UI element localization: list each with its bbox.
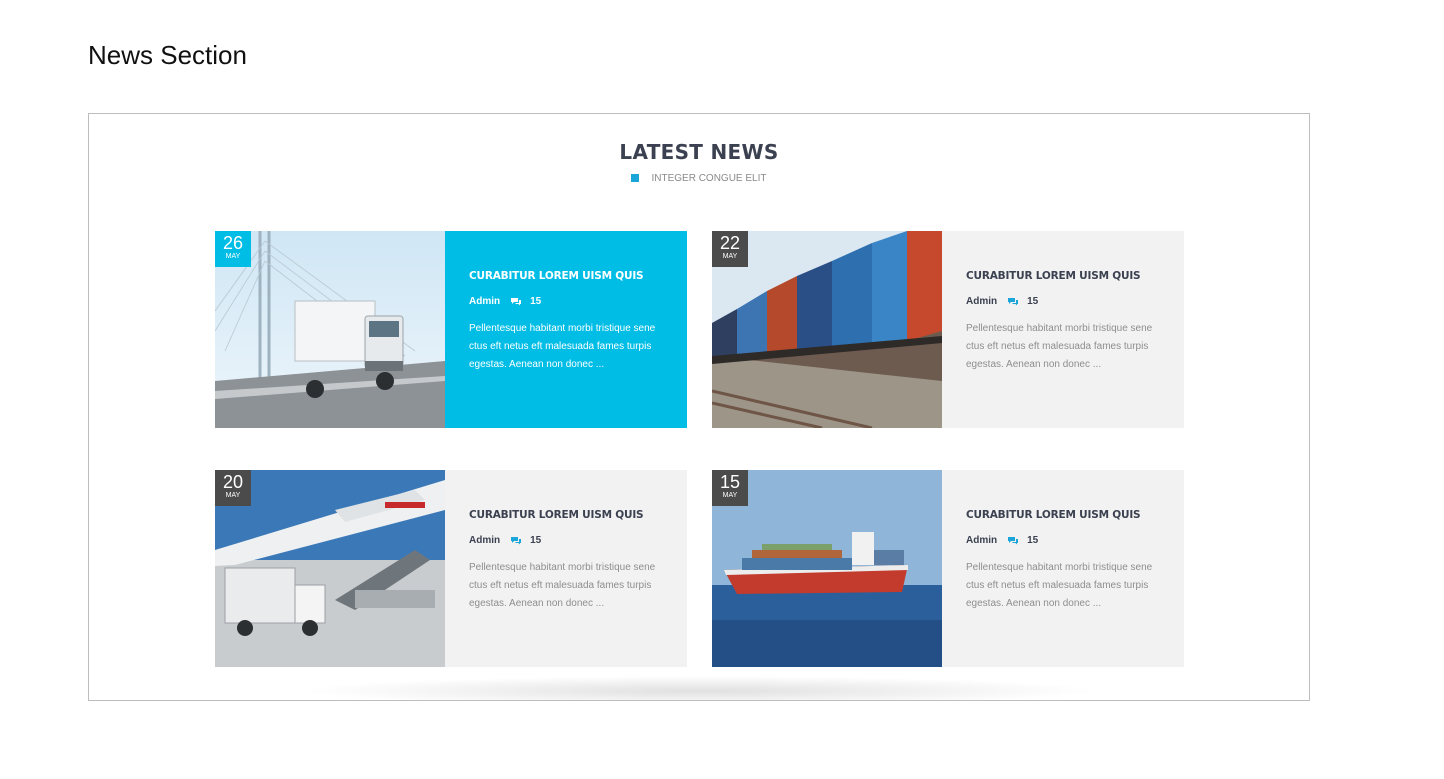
comment-count[interactable]: 15 — [1027, 296, 1038, 307]
news-meta: Admin 15 — [469, 535, 687, 546]
date-day: 15 — [719, 472, 741, 492]
comment-count[interactable]: 15 — [1027, 535, 1038, 546]
date-day: 20 — [222, 472, 244, 492]
news-meta: Admin 15 — [469, 296, 687, 307]
news-title-link[interactable]: CURABITUR LOREM UISM QUIS — [469, 270, 687, 282]
author-link[interactable]: Admin — [469, 296, 500, 307]
date-badge: 26 MAY — [215, 231, 251, 267]
date-badge: 15 MAY — [712, 470, 748, 506]
date-badge: 22 MAY — [712, 231, 748, 267]
news-card-body: CURABITUR LOREM UISM QUIS Admin 15 Pelle… — [445, 470, 687, 667]
news-excerpt: Pellentesque habitant morbi tristique se… — [966, 323, 1153, 370]
news-title-link[interactable]: CURABITUR LOREM UISM QUIS — [469, 509, 687, 521]
date-badge: 20 MAY — [215, 470, 251, 506]
section-subtitle: INTEGER CONGUE ELIT — [89, 173, 1309, 184]
comment-icon — [1008, 298, 1019, 306]
date-month: MAY — [225, 253, 241, 260]
news-card[interactable]: 15 MAY CURABITUR LOREM UISM QUIS Admin 1… — [712, 470, 1184, 667]
news-title-link[interactable]: CURABITUR LOREM UISM QUIS — [966, 509, 1184, 521]
date-month: MAY — [722, 492, 738, 499]
footer-shadow — [299, 676, 1099, 700]
comment-icon — [511, 298, 522, 306]
section-subtitle-text: INTEGER CONGUE ELIT — [651, 173, 767, 184]
comment-icon — [511, 537, 522, 545]
news-excerpt: Pellentesque habitant morbi tristique se… — [469, 562, 656, 609]
date-month: MAY — [225, 492, 241, 499]
comment-count[interactable]: 15 — [530, 535, 541, 546]
news-image-train[interactable]: 22 MAY — [712, 231, 942, 428]
news-section-frame: LATEST NEWS INTEGER CONGUE ELIT 26 MAY C… — [88, 113, 1310, 701]
comment-icon — [1008, 537, 1019, 545]
news-meta: Admin 15 — [966, 535, 1184, 546]
news-card-body: CURABITUR LOREM UISM QUIS Admin 15 Pelle… — [942, 231, 1184, 428]
square-icon — [631, 174, 640, 182]
author-link[interactable]: Admin — [469, 535, 500, 546]
document-heading: News Section — [88, 40, 247, 70]
news-card[interactable]: 20 MAY CURABITUR LOREM UISM QUIS Admin 1… — [215, 470, 687, 667]
comment-count[interactable]: 15 — [530, 296, 541, 307]
date-month: MAY — [722, 253, 738, 260]
news-image-ship[interactable]: 15 MAY — [712, 470, 942, 667]
section-title: LATEST NEWS — [619, 140, 779, 164]
news-image-airplane[interactable]: 20 MAY — [215, 470, 445, 667]
news-card[interactable]: 22 MAY CURABITUR LOREM UISM QUIS Admin 1… — [712, 231, 1184, 428]
news-card-body: CURABITUR LOREM UISM QUIS Admin 15 Pelle… — [445, 231, 687, 428]
date-day: 22 — [719, 233, 741, 253]
author-link[interactable]: Admin — [966, 535, 997, 546]
news-excerpt: Pellentesque habitant morbi tristique se… — [966, 562, 1153, 609]
news-card-body: CURABITUR LOREM UISM QUIS Admin 15 Pelle… — [942, 470, 1184, 667]
date-day: 26 — [222, 233, 244, 253]
news-image-truck[interactable]: 26 MAY — [215, 231, 445, 428]
news-card[interactable]: 26 MAY CURABITUR LOREM UISM QUIS Admin 1… — [215, 231, 687, 428]
news-title-link[interactable]: CURABITUR LOREM UISM QUIS — [966, 270, 1184, 282]
news-excerpt: Pellentesque habitant morbi tristique se… — [469, 323, 656, 370]
author-link[interactable]: Admin — [966, 296, 997, 307]
news-meta: Admin 15 — [966, 296, 1184, 307]
